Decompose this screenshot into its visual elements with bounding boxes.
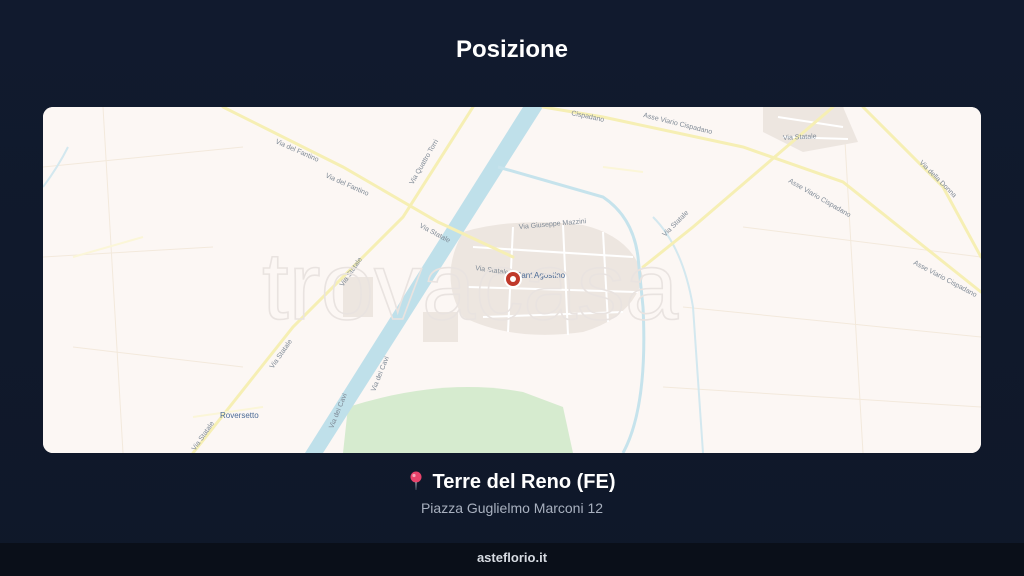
place-label-roversetto: Roversetto xyxy=(220,411,259,420)
footer: asteflorio.it xyxy=(0,543,1024,576)
map-view[interactable]: Cispadano Asse Viario Cispadano Asse Via… xyxy=(43,107,981,453)
pushpin-icon xyxy=(409,471,423,497)
map-canvas[interactable]: Cispadano Asse Viario Cispadano Asse Via… xyxy=(43,107,981,453)
location-marker-icon[interactable] xyxy=(504,270,522,288)
location-name: Terre del Reno (FE) xyxy=(432,471,616,493)
location-row: Terre del Reno (FE) xyxy=(0,471,1024,497)
page-title: Posizione xyxy=(455,36,569,63)
footer-site-link[interactable]: asteflorio.it xyxy=(477,550,547,565)
location-address: Piazza Guglielmo Marconi 12 xyxy=(420,500,604,516)
map-watermark: trovacasa xyxy=(262,233,679,340)
